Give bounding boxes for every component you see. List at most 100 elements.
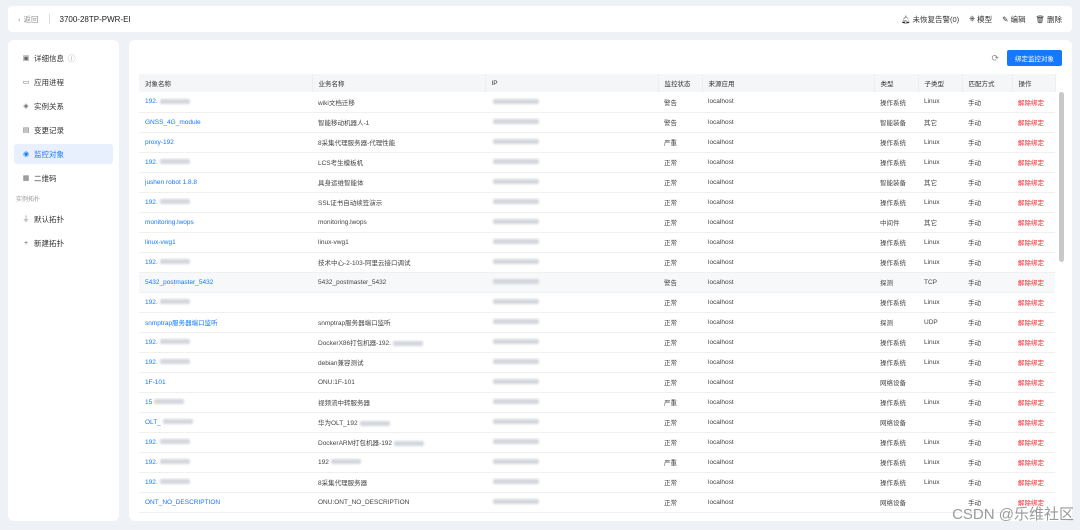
table-row[interactable]: 192. DockerX86打包机器-192. 正常 localhost 操作系统 Lin… (139, 332, 1055, 353)
unbind-link[interactable]: 解除绑定 (1012, 312, 1055, 333)
column-header[interactable]: 匹配方式 (962, 74, 1013, 92)
cell-text: Linux (924, 98, 940, 106)
unbind-link[interactable]: 解除绑定 (1012, 192, 1055, 213)
alarm-button[interactable]: 🔔︎ 未恢复告警(0) (901, 14, 959, 25)
cell-name[interactable]: 1F-101 (139, 372, 312, 393)
cell-name[interactable]: 192. (139, 332, 312, 353)
cell-name[interactable]: 192. (139, 252, 312, 273)
cell-name[interactable]: 192. (139, 352, 312, 373)
sidebar-item[interactable]: ▭ 应用进程 (14, 72, 113, 92)
cell-type: 中间件 (874, 212, 918, 233)
cell-subtype (918, 412, 962, 433)
unbind-link[interactable]: 解除绑定 (1012, 232, 1055, 253)
sidebar-item[interactable]: ▣ 详细信息 ⓘ (14, 48, 113, 68)
column-header[interactable]: 业务名称 (312, 74, 486, 92)
unbind-link[interactable]: 解除绑定 (1012, 352, 1055, 373)
unbind-link[interactable]: 解除绑定 (1012, 272, 1055, 293)
table-row[interactable]: 192. debian兼容测试 正常 localhost 操作系统 Linux 手动 解除绑定 (139, 352, 1055, 373)
column-header[interactable]: IP (485, 74, 659, 92)
table-row[interactable]: 192. 技术中心-2-103-阿里云接口调试 正常 localhost 操作系统 Lin… (139, 252, 1055, 273)
sidebar-item[interactable]: ▤ 变更记录 (14, 120, 113, 140)
table-row[interactable]: 192. DockerARM打包机器-192 正常 localhost 操作系统 Linu… (139, 432, 1055, 453)
cell-name[interactable]: monitoring.lwops (139, 212, 312, 233)
sidebar-item[interactable]: ▦ 二维码 (14, 168, 113, 188)
cell-name[interactable]: linux-vwg1 (139, 232, 312, 253)
table-row[interactable]: 1F-101 ONU:1F-101 正常 localhost 网络设备 手动 解除绑定 (139, 372, 1055, 393)
unbind-link[interactable]: 解除绑定 (1012, 172, 1055, 193)
table-row[interactable]: linux-vwg1 linux-vwg1 正常 localhost 操作系统 Linux… (139, 232, 1055, 253)
cell-name[interactable]: jushen robot 1.8.8 (139, 172, 312, 193)
column-header[interactable]: 子类型 (918, 74, 963, 92)
cell-name[interactable]: 192. (139, 192, 312, 213)
table-row[interactable]: 192. SSL证书自动续签演示 正常 localhost 操作系统 Linux 手动 解除绑… (139, 192, 1055, 213)
table-row[interactable]: 192. LCS考生模板机 正常 localhost 操作系统 Linux 手动 解除绑定 (139, 152, 1055, 173)
unbind-link[interactable]: 解除绑定 (1012, 392, 1055, 413)
table-row[interactable]: 192. 正常 localhost 操作系统 Linux 手动 解除绑定 (139, 292, 1055, 313)
unbind-link[interactable]: 解除绑定 (1012, 132, 1055, 153)
cell-text: 解除绑定 (1018, 280, 1044, 287)
table-row[interactable]: 5432_postmaster_5432 5432_postmaster_5432… (139, 272, 1055, 293)
unbind-link[interactable]: 解除绑定 (1012, 452, 1055, 473)
cell-name[interactable]: 192. (139, 452, 312, 473)
unbind-link[interactable]: 解除绑定 (1012, 252, 1055, 273)
model-button[interactable]: ⎈ 模型 (969, 14, 992, 25)
refresh-icon[interactable]: ⟳ (991, 53, 999, 64)
column-header[interactable]: 操作 (1012, 74, 1056, 92)
table-row[interactable]: 192. 8采集代理服务器 正常 localhost 操作系统 Linux 手动 解除绑定 (139, 472, 1055, 493)
cell-name[interactable]: GNSS_4G_module (139, 112, 312, 133)
cell-text: 智能移动机器人-1 (318, 120, 370, 127)
cell-name[interactable]: ONT_NO_DESCRIPTION (139, 492, 312, 513)
table-row[interactable]: OLT_ 华为OLT_192 正常 localhost 网络设备 手动 解除绑定 (139, 412, 1055, 433)
scrollbar-thumb[interactable] (1059, 92, 1064, 262)
unbind-link[interactable]: 解除绑定 (1012, 152, 1055, 173)
table-row[interactable]: 192. 192 严重 localhost 操作系统 Linux 手动 解除绑定 (139, 452, 1055, 473)
back-button[interactable]: ‹ 返回 (18, 14, 39, 25)
unbind-link[interactable]: 解除绑定 (1012, 292, 1055, 313)
table-row[interactable]: monitoring.lwops monitoring.lwops 正常 localh… (139, 212, 1055, 233)
cell-name[interactable]: 192. (139, 92, 312, 113)
cell-name[interactable]: 5432_postmaster_5432 (139, 272, 312, 293)
unbind-link[interactable]: 解除绑定 (1012, 412, 1055, 433)
delete-button[interactable]: 🗑︎ 删除 (1035, 14, 1062, 25)
unbind-link[interactable]: 解除绑定 (1012, 212, 1055, 233)
cell-subtype: Linux (918, 252, 962, 273)
table-row[interactable]: jushen robot 1.8.8 具身运维智能体 正常 localhost 智能装备… (139, 172, 1055, 193)
cell-name[interactable]: 192. (139, 432, 312, 453)
scrollbar[interactable] (1059, 92, 1064, 512)
sidebar-item[interactable]: + 新建拓扑 (14, 233, 113, 253)
table-row[interactable]: snmptrap服务器端口监听 snmptrap服务器端口监听 正常 localhos… (139, 312, 1055, 333)
unbind-link[interactable]: 解除绑定 (1012, 472, 1055, 493)
table-row[interactable]: ONT_NO_DESCRIPTION ONU:ONT_NO_DESCRIPTION… (139, 492, 1055, 513)
column-header[interactable]: 类型 (874, 74, 919, 92)
sidebar-item[interactable]: ⏚ 默认拓扑 (14, 209, 113, 229)
cell-name[interactable]: 192. (139, 472, 312, 493)
bind-monitor-button[interactable]: 绑定监控对象 (1007, 50, 1062, 66)
cell-name[interactable]: OLT_ (139, 412, 312, 433)
table-row[interactable]: 15 视频流中转服务器 严重 localhost 操作系统 Linux 手动 解除绑定 (139, 392, 1055, 413)
sidebar-item[interactable]: ◉ 监控对象 (14, 144, 113, 164)
cell-name[interactable]: 192. (139, 152, 312, 173)
cell-name[interactable]: snmptrap服务器端口监听 (139, 312, 312, 333)
cell-ip (485, 392, 658, 413)
cell-text: 手动 (968, 220, 981, 227)
cell-subtype: Linux (918, 192, 962, 213)
table-row[interactable]: GNSS_4G_module 智能移动机器人-1 警告 localhost 智能装备 其它… (139, 112, 1055, 133)
unbind-link[interactable]: 解除绑定 (1012, 112, 1055, 133)
sidebar-item[interactable]: ◈ 实例关系 (14, 96, 113, 116)
unbind-link[interactable]: 解除绑定 (1012, 92, 1055, 113)
table-row[interactable]: proxy-192 8采集代理服务器-代理性能 严重 localhost 操作系统 Lin… (139, 132, 1055, 153)
column-header[interactable]: 来源应用 (702, 74, 875, 92)
cell-name[interactable]: 192. (139, 292, 312, 313)
cell-text: 手动 (968, 300, 981, 307)
column-header[interactable]: 对象名称 (139, 74, 313, 92)
edit-button[interactable]: ✎ 编辑 (1002, 14, 1025, 25)
unbind-link[interactable]: 解除绑定 (1012, 432, 1055, 453)
cell-name[interactable]: proxy-192 (139, 132, 312, 153)
unbind-link[interactable]: 解除绑定 (1012, 372, 1055, 393)
cell-business: 具身运维智能体 (312, 172, 485, 193)
table-row[interactable]: 192. wiki文档迁移 警告 localhost 操作系统 Linux 手动 解除绑定 (139, 92, 1055, 113)
cell-name[interactable]: 15 (139, 392, 312, 413)
column-header[interactable]: 监控状态 (658, 74, 703, 92)
unbind-link[interactable]: 解除绑定 (1012, 332, 1055, 353)
cell-text: 手动 (968, 120, 981, 127)
